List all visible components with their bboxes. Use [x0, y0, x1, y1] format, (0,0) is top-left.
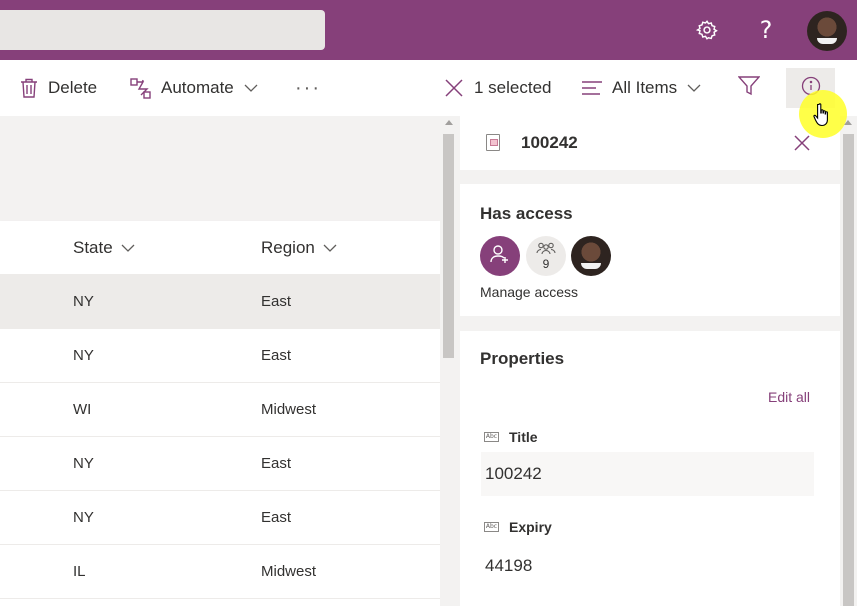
chevron-down-icon — [121, 244, 135, 252]
filter-icon — [737, 75, 761, 101]
view-label: All Items — [612, 78, 678, 97]
hand-cursor-icon — [813, 102, 833, 133]
delete-button[interactable]: Delete — [20, 60, 97, 116]
cell-state: NY — [73, 293, 94, 310]
text-field-icon: Abc — [484, 522, 499, 532]
details-pane: 100242 Has access 9 Manage access Proper… — [458, 116, 857, 606]
column-label: Region — [261, 238, 315, 257]
cell-region: East — [261, 293, 292, 310]
table-row[interactable]: NY East — [0, 491, 440, 545]
help-icon[interactable]: ? — [748, 12, 784, 48]
view-switcher[interactable]: All Items — [582, 60, 701, 116]
table-row[interactable]: WI Midwest — [0, 383, 440, 437]
cell-state: WI — [73, 401, 92, 418]
people-icon — [536, 242, 556, 257]
table-row[interactable]: NY East — [0, 329, 440, 383]
trash-icon — [20, 78, 38, 98]
field-label-text: Expiry — [509, 519, 552, 535]
table-row[interactable]: IL Midwest — [0, 545, 440, 599]
scrollbar-thumb[interactable] — [443, 134, 454, 358]
manage-access-link[interactable]: Manage access — [480, 284, 578, 300]
cell-region: Midwest — [261, 563, 317, 580]
command-bar: Delete Automate ··· 1 selected All Items — [0, 60, 857, 116]
list-view-icon — [582, 81, 602, 95]
chevron-down-icon — [323, 244, 337, 252]
cell-region: Midwest — [261, 401, 317, 418]
avatar[interactable] — [807, 11, 847, 51]
selected-count: 1 selected — [474, 78, 552, 97]
details-header: 100242 — [460, 116, 840, 170]
section-title: Has access — [480, 204, 573, 223]
delete-label: Delete — [48, 78, 98, 97]
close-icon[interactable] — [793, 134, 811, 157]
automate-button[interactable]: Automate — [130, 60, 258, 116]
column-label: State — [73, 238, 113, 257]
list-view: State Region NY East NY East WI Midwest … — [0, 116, 440, 606]
list-item-icon — [486, 134, 500, 151]
scroll-up-icon[interactable] — [445, 120, 453, 125]
chevron-down-icon — [687, 84, 701, 92]
properties-section: Properties Edit all Abc Title 100242 Abc… — [460, 331, 840, 606]
cell-state: IL — [73, 563, 86, 580]
add-person-button[interactable] — [480, 236, 520, 276]
cell-region: East — [261, 509, 292, 526]
shared-group-button[interactable]: 9 — [526, 236, 566, 276]
more-button[interactable]: ··· — [295, 60, 321, 116]
field-label-text: Title — [509, 429, 538, 445]
group-count: 9 — [542, 256, 550, 271]
list-header-area — [0, 116, 440, 221]
title-field[interactable]: 100242 — [481, 452, 814, 496]
filter-button[interactable] — [737, 60, 761, 116]
pane-scrollbar[interactable] — [840, 116, 857, 606]
text-field-icon: Abc — [484, 432, 499, 442]
scrollbar-thumb[interactable] — [843, 134, 854, 606]
column-header-state[interactable]: State — [73, 221, 135, 275]
expiry-field[interactable]: 44198 — [485, 556, 532, 576]
details-title: 100242 — [521, 133, 578, 152]
table-row[interactable]: NY East — [0, 437, 440, 491]
clear-selection-button[interactable]: 1 selected — [444, 60, 552, 116]
search-box[interactable] — [0, 10, 325, 50]
gear-icon[interactable] — [689, 12, 725, 48]
field-label-expiry: Abc Expiry — [484, 519, 552, 535]
list-scrollbar[interactable] — [440, 116, 458, 606]
cell-state: NY — [73, 509, 94, 526]
cell-state: NY — [73, 347, 94, 364]
avatar[interactable] — [571, 236, 611, 276]
column-header-row: State Region — [0, 221, 440, 275]
cell-state: NY — [73, 455, 94, 472]
section-title: Properties — [480, 349, 565, 368]
automate-label: Automate — [161, 78, 234, 97]
chevron-down-icon — [244, 84, 258, 92]
flow-icon — [130, 77, 151, 99]
edit-all-link[interactable]: Edit all — [768, 389, 810, 405]
column-header-region[interactable]: Region — [261, 221, 337, 275]
cell-region: East — [261, 455, 292, 472]
suite-bar: ? — [0, 0, 857, 60]
table-row[interactable]: NY East — [0, 275, 440, 329]
cell-region: East — [261, 347, 292, 364]
has-access-section: Has access 9 Manage access — [460, 184, 840, 316]
close-icon — [444, 78, 464, 98]
add-person-icon — [490, 244, 510, 269]
field-label-title: Abc Title — [484, 429, 538, 445]
